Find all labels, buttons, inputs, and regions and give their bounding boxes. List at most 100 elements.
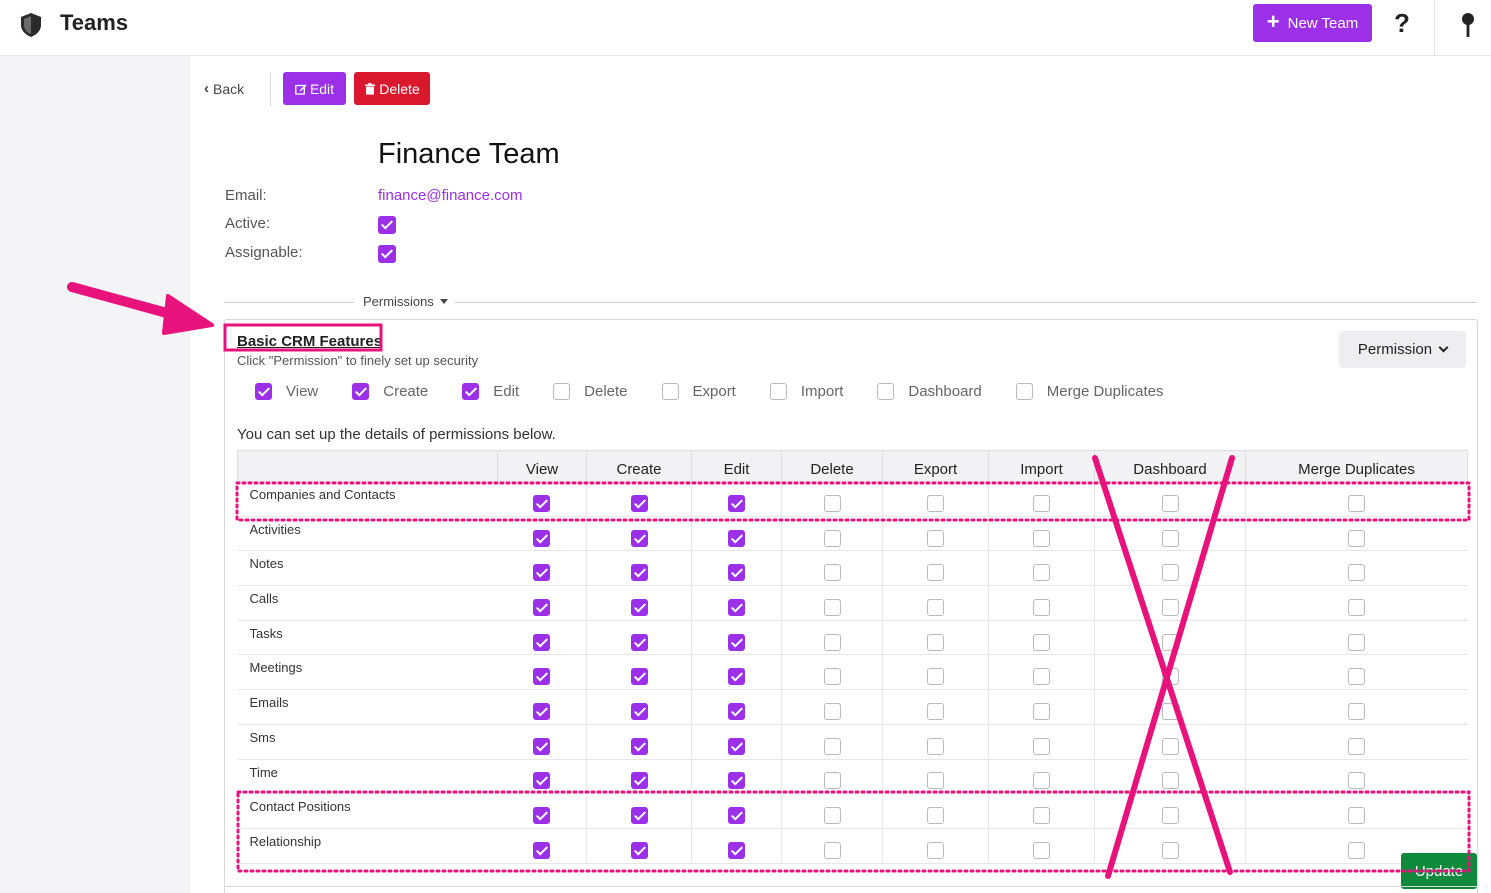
permission-checkbox-import[interactable] bbox=[1033, 807, 1050, 825]
permission-checkbox-merge-duplicates[interactable] bbox=[1348, 494, 1366, 512]
permission-checkbox-view[interactable] bbox=[533, 529, 551, 547]
permission-checkbox-delete[interactable] bbox=[823, 772, 841, 790]
permission-checkbox-create[interactable] bbox=[630, 737, 648, 755]
master-checkbox-delete[interactable] bbox=[553, 383, 571, 400]
permission-checkbox-merge-duplicates[interactable] bbox=[1348, 599, 1366, 617]
permission-checkbox-dashboard[interactable] bbox=[1161, 772, 1179, 790]
permission-checkbox-view[interactable] bbox=[533, 703, 551, 721]
master-checkbox-create[interactable] bbox=[352, 383, 370, 400]
back-button[interactable]: ‹ Back bbox=[204, 80, 244, 97]
permission-checkbox-create[interactable] bbox=[630, 564, 648, 582]
assignable-checkbox[interactable] bbox=[378, 245, 396, 263]
email-value[interactable]: finance@finance.com bbox=[378, 187, 522, 204]
master-permission-delete[interactable]: Delete bbox=[553, 383, 628, 400]
permission-checkbox-edit[interactable] bbox=[728, 564, 745, 582]
permission-checkbox-view[interactable] bbox=[533, 633, 551, 651]
permission-checkbox-merge-duplicates[interactable] bbox=[1348, 564, 1366, 582]
permission-checkbox-delete[interactable] bbox=[823, 737, 841, 755]
permission-checkbox-import[interactable] bbox=[1033, 494, 1050, 512]
permission-checkbox-import[interactable] bbox=[1033, 564, 1050, 582]
permission-checkbox-import[interactable] bbox=[1033, 599, 1050, 617]
permission-checkbox-import[interactable] bbox=[1033, 529, 1050, 547]
permission-checkbox-export[interactable] bbox=[927, 807, 944, 825]
permission-checkbox-edit[interactable] bbox=[728, 668, 745, 686]
permission-checkbox-edit[interactable] bbox=[728, 703, 745, 721]
permission-checkbox-delete[interactable] bbox=[823, 599, 841, 617]
delete-button[interactable]: Delete bbox=[354, 72, 430, 105]
permission-checkbox-dashboard[interactable] bbox=[1161, 633, 1179, 651]
permission-checkbox-merge-duplicates[interactable] bbox=[1348, 841, 1366, 859]
master-permission-edit[interactable]: Edit bbox=[462, 383, 519, 400]
permission-checkbox-dashboard[interactable] bbox=[1161, 564, 1179, 582]
permission-checkbox-import[interactable] bbox=[1033, 772, 1050, 790]
master-checkbox-edit[interactable] bbox=[462, 383, 480, 400]
permission-checkbox-create[interactable] bbox=[630, 841, 648, 859]
permission-checkbox-dashboard[interactable] bbox=[1161, 703, 1179, 721]
permission-checkbox-merge-duplicates[interactable] bbox=[1348, 633, 1366, 651]
master-checkbox-export[interactable] bbox=[661, 383, 679, 400]
permission-checkbox-edit[interactable] bbox=[728, 529, 745, 547]
permission-checkbox-create[interactable] bbox=[630, 599, 648, 617]
permission-checkbox-import[interactable] bbox=[1033, 668, 1050, 686]
master-checkbox-dashboard[interactable] bbox=[877, 383, 895, 400]
permission-checkbox-view[interactable] bbox=[533, 564, 551, 582]
permission-checkbox-export[interactable] bbox=[927, 668, 944, 686]
permission-checkbox-edit[interactable] bbox=[728, 841, 745, 859]
master-permission-merge-duplicates[interactable]: Merge Duplicates bbox=[1015, 383, 1163, 400]
permissions-toggle[interactable]: Permissions bbox=[363, 294, 448, 309]
master-permission-import[interactable]: Import bbox=[769, 383, 843, 400]
permission-checkbox-view[interactable] bbox=[533, 494, 551, 512]
permission-checkbox-delete[interactable] bbox=[823, 633, 841, 651]
pin-icon[interactable] bbox=[1460, 12, 1476, 38]
permission-checkbox-create[interactable] bbox=[630, 772, 648, 790]
permission-checkbox-create[interactable] bbox=[630, 807, 648, 825]
permission-checkbox-create[interactable] bbox=[630, 668, 648, 686]
master-permission-dashboard[interactable]: Dashboard bbox=[877, 383, 982, 400]
permission-checkbox-merge-duplicates[interactable] bbox=[1348, 529, 1366, 547]
permission-checkbox-edit[interactable] bbox=[728, 633, 745, 651]
permission-checkbox-view[interactable] bbox=[533, 737, 551, 755]
permission-checkbox-dashboard[interactable] bbox=[1161, 807, 1179, 825]
master-checkbox-merge-duplicates[interactable] bbox=[1015, 383, 1033, 400]
permission-checkbox-dashboard[interactable] bbox=[1161, 529, 1179, 547]
permission-checkbox-create[interactable] bbox=[630, 529, 648, 547]
permission-checkbox-edit[interactable] bbox=[728, 737, 745, 755]
active-checkbox[interactable] bbox=[378, 216, 396, 234]
permission-checkbox-delete[interactable] bbox=[823, 703, 841, 721]
permission-checkbox-import[interactable] bbox=[1033, 737, 1050, 755]
permission-checkbox-merge-duplicates[interactable] bbox=[1348, 807, 1366, 825]
master-checkbox-view[interactable] bbox=[255, 383, 272, 400]
new-team-button[interactable]: + New Team bbox=[1253, 4, 1372, 42]
permission-checkbox-dashboard[interactable] bbox=[1161, 599, 1179, 617]
permission-checkbox-view[interactable] bbox=[533, 599, 551, 617]
permission-checkbox-merge-duplicates[interactable] bbox=[1348, 737, 1366, 755]
master-permission-create[interactable]: Create bbox=[352, 383, 428, 400]
permission-checkbox-merge-duplicates[interactable] bbox=[1348, 668, 1366, 686]
permission-checkbox-merge-duplicates[interactable] bbox=[1348, 703, 1366, 721]
permission-checkbox-edit[interactable] bbox=[728, 772, 745, 790]
permission-checkbox-delete[interactable] bbox=[823, 494, 841, 512]
help-icon[interactable]: ? bbox=[1394, 8, 1410, 39]
permission-checkbox-import[interactable] bbox=[1033, 841, 1050, 859]
permission-checkbox-export[interactable] bbox=[927, 737, 944, 755]
permission-checkbox-create[interactable] bbox=[630, 703, 648, 721]
permission-checkbox-view[interactable] bbox=[533, 841, 551, 859]
permission-checkbox-delete[interactable] bbox=[823, 668, 841, 686]
permission-checkbox-export[interactable] bbox=[927, 599, 944, 617]
permission-checkbox-export[interactable] bbox=[927, 529, 944, 547]
permission-checkbox-view[interactable] bbox=[533, 807, 551, 825]
permission-checkbox-dashboard[interactable] bbox=[1161, 668, 1179, 686]
update-button[interactable]: Update bbox=[1401, 853, 1477, 889]
permission-checkbox-dashboard[interactable] bbox=[1161, 494, 1179, 512]
edit-button[interactable]: Edit bbox=[283, 72, 346, 105]
master-permission-export[interactable]: Export bbox=[661, 383, 736, 400]
master-permission-view[interactable]: View bbox=[255, 383, 318, 400]
permission-checkbox-delete[interactable] bbox=[823, 529, 841, 547]
permission-checkbox-edit[interactable] bbox=[728, 494, 745, 512]
permission-checkbox-export[interactable] bbox=[927, 772, 944, 790]
permission-checkbox-dashboard[interactable] bbox=[1161, 841, 1179, 859]
permission-checkbox-edit[interactable] bbox=[728, 599, 745, 617]
permission-checkbox-edit[interactable] bbox=[728, 807, 745, 825]
permission-checkbox-view[interactable] bbox=[533, 668, 551, 686]
permission-checkbox-delete[interactable] bbox=[823, 807, 841, 825]
